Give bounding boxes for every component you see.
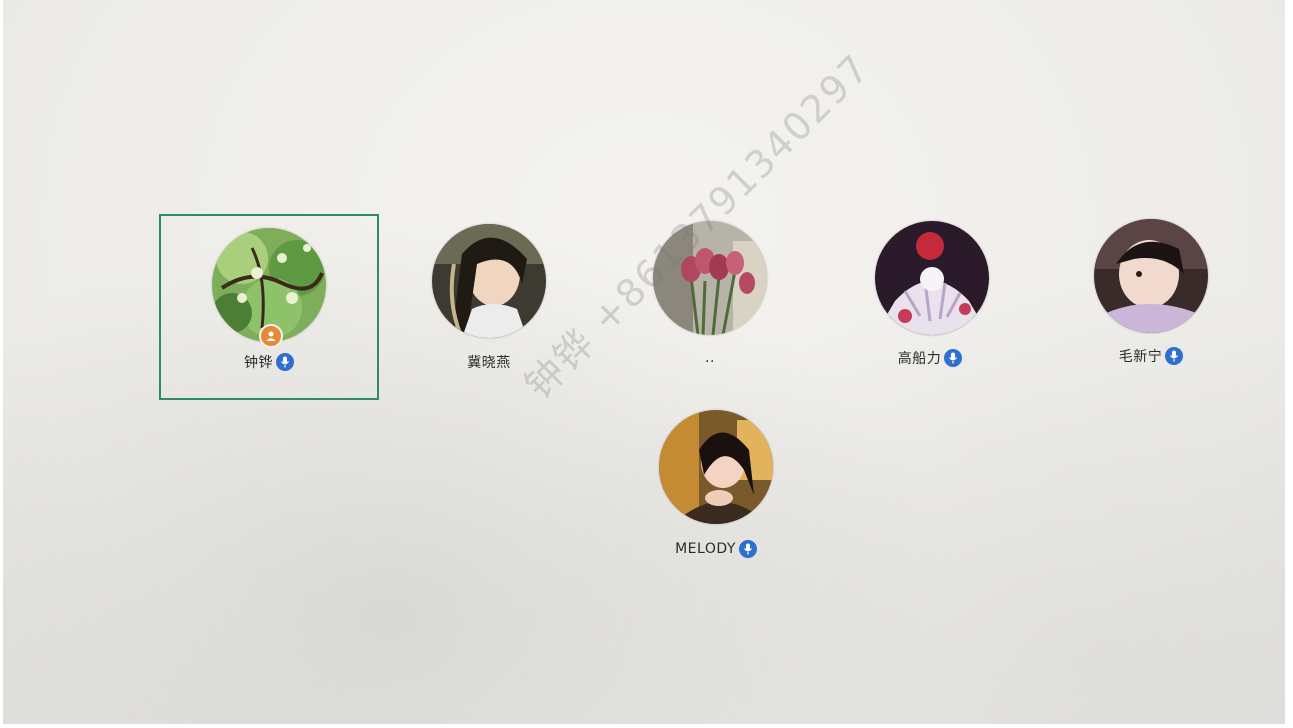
- microphone-icon[interactable]: [1165, 347, 1184, 365]
- host-user-icon: [259, 324, 283, 348]
- participant-tile-5[interactable]: 毛新宁: [1066, 212, 1236, 392]
- avatar: [1094, 219, 1208, 333]
- participant-name-row: 冀晓燕: [404, 352, 574, 372]
- microphone-icon[interactable]: [738, 540, 757, 558]
- participant-name: 毛新宁: [1118, 349, 1163, 365]
- participant-tile-4[interactable]: 高船力: [845, 214, 1015, 394]
- participant-name-row: MELODY: [631, 540, 801, 558]
- avatar: [659, 410, 773, 524]
- avatar: [875, 221, 989, 335]
- meeting-gallery-view: 钟铧 冀晓燕 .. 高船力 毛新宁 MELODY 钟铧 +86137913402…: [0, 0, 1293, 728]
- participant-tile-3[interactable]: ..: [625, 214, 795, 394]
- participant-name: 钟铧: [244, 355, 273, 371]
- participant-name: 冀晓燕: [467, 355, 511, 371]
- participant-name: 高船力: [897, 351, 942, 367]
- microphone-icon[interactable]: [944, 349, 963, 367]
- screen-edge: [0, 0, 3, 728]
- avatar: [432, 224, 546, 338]
- screen-edge: [0, 724, 1293, 728]
- microphone-icon[interactable]: [276, 353, 294, 371]
- participant-name: MELODY: [675, 541, 736, 557]
- participant-name: ..: [705, 350, 715, 366]
- participant-name-row: 高船力: [845, 348, 1015, 368]
- avatar: [653, 221, 767, 335]
- participant-tile-6[interactable]: MELODY: [631, 402, 801, 582]
- participant-name-row: 毛新宁: [1066, 346, 1236, 366]
- participant-tile-2[interactable]: 冀晓燕: [404, 214, 574, 394]
- participant-name-row: 钟铧: [161, 352, 377, 372]
- participant-tile-1[interactable]: 钟铧: [159, 214, 379, 400]
- participant-name-row: ..: [625, 350, 795, 366]
- screen-edge: [1285, 0, 1293, 728]
